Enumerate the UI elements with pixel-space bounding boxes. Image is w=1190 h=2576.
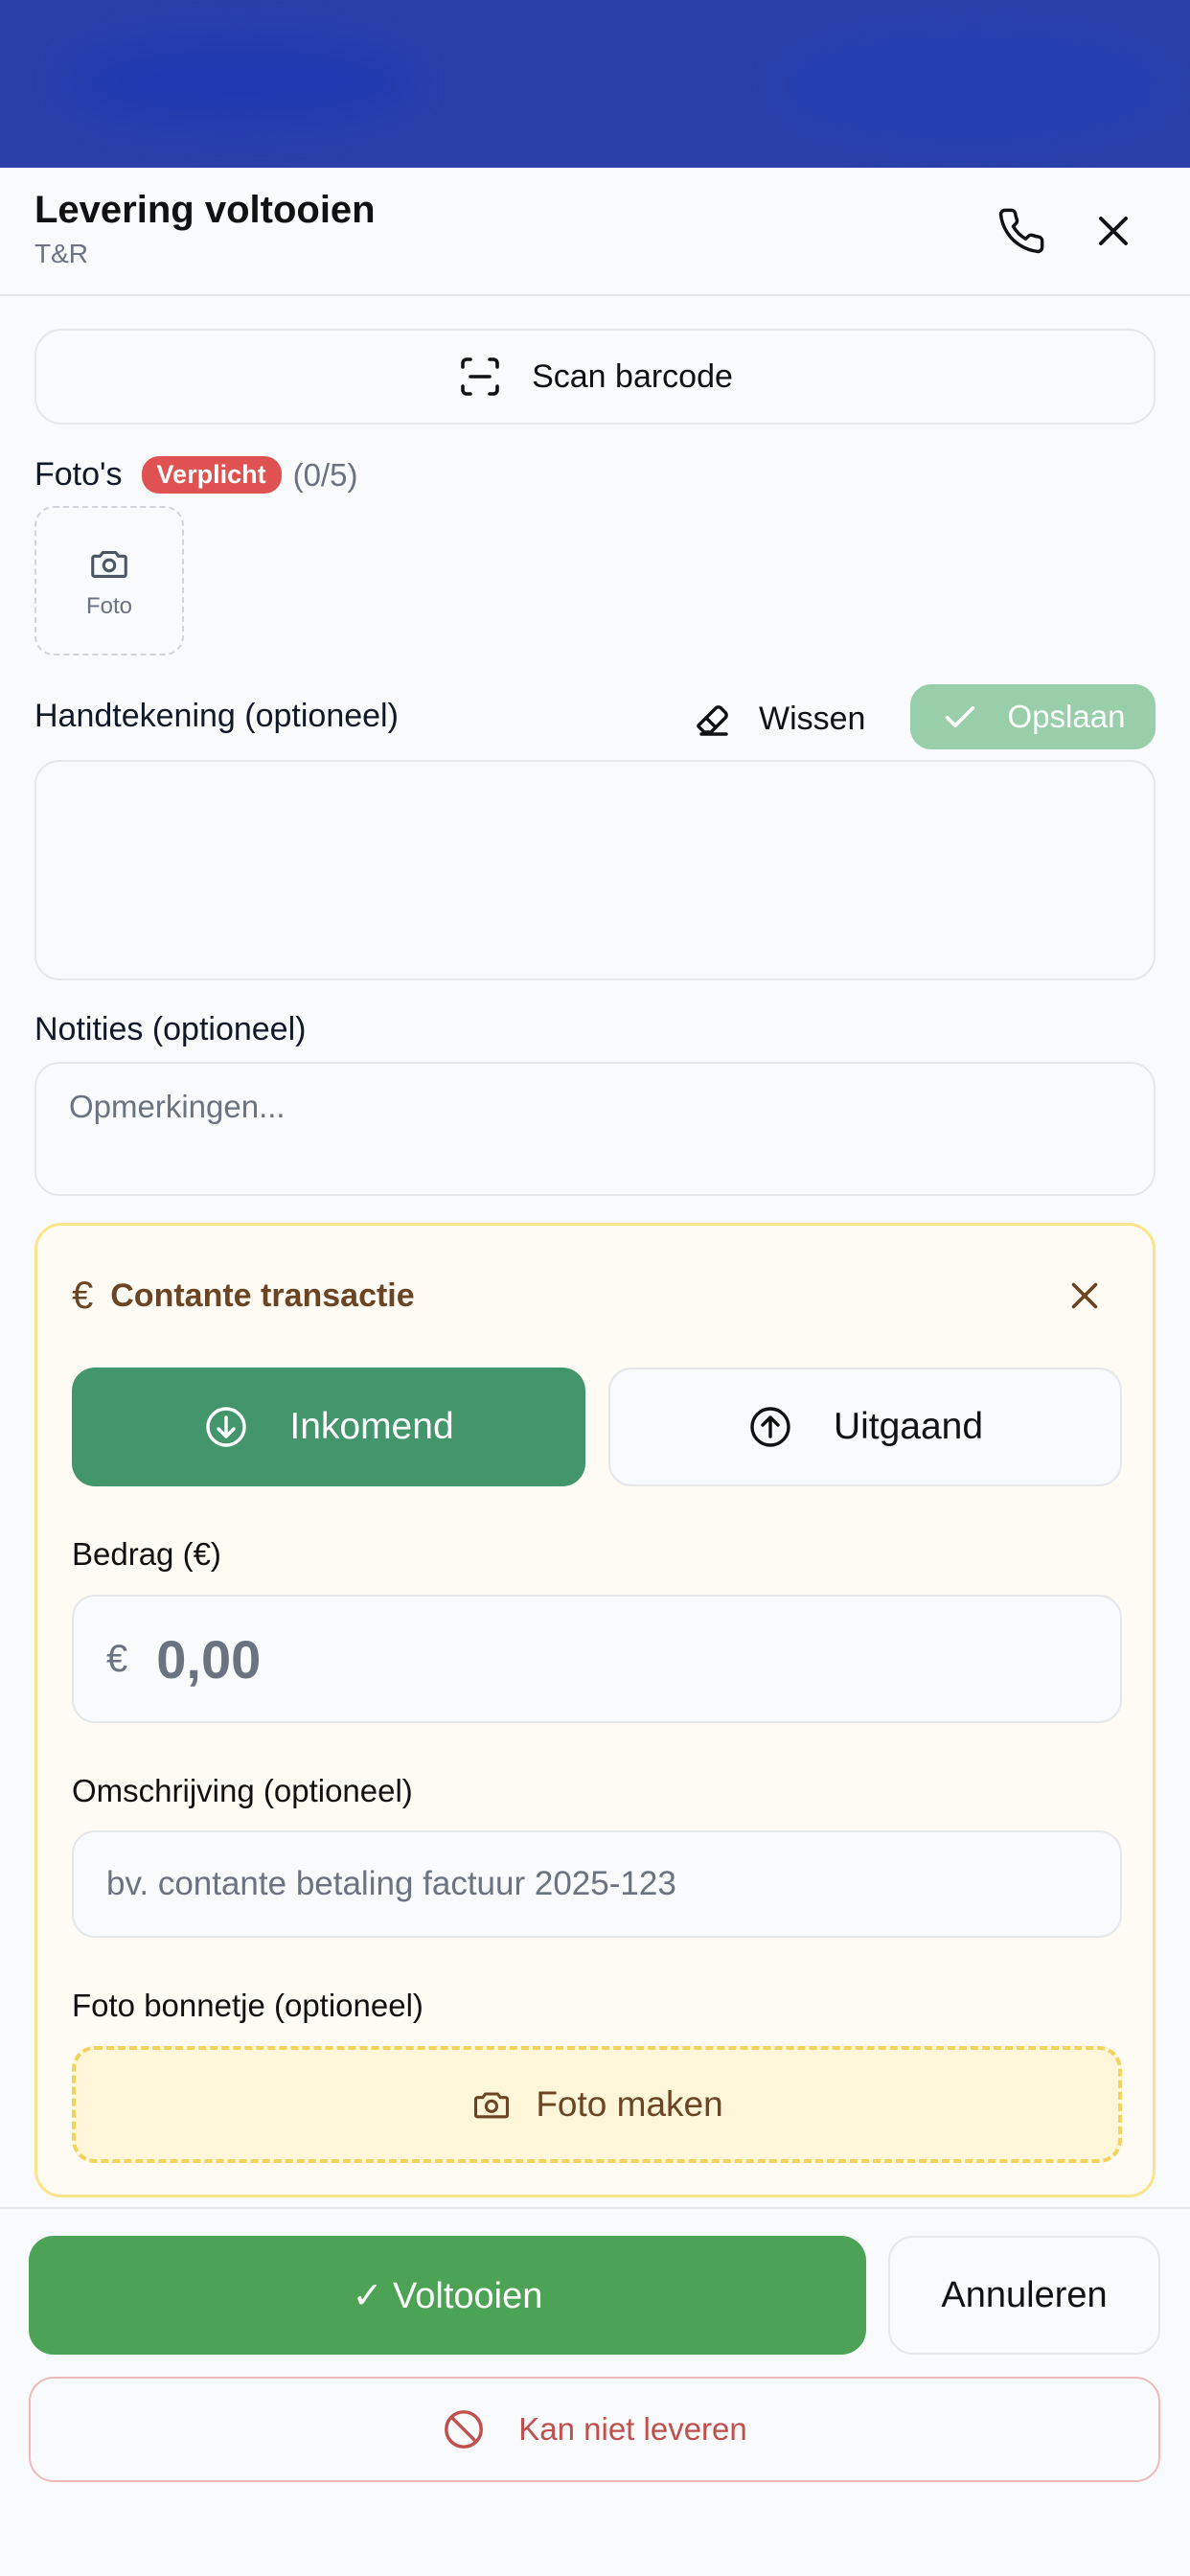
notes-placeholder: Opmerkingen... <box>69 1089 286 1124</box>
cash-transaction-header: € Contante transactie <box>72 1275 415 1318</box>
add-photo-label: Foto <box>85 593 133 619</box>
phone-icon[interactable] <box>996 206 1046 256</box>
photos-label: Foto's <box>34 456 123 493</box>
complete-button[interactable]: ✓ Voltooien <box>29 2236 866 2355</box>
barcode-scan-icon <box>461 357 499 396</box>
arrow-up-circle-icon <box>750 1407 790 1447</box>
status-bar <box>0 0 1190 168</box>
clear-signature-label: Wissen <box>759 700 866 737</box>
outgoing-button[interactable]: Uitgaand <box>608 1368 1122 1486</box>
footer-divider <box>0 2207 1190 2209</box>
customer-name: T&R <box>34 239 88 268</box>
camera-icon <box>474 2092 510 2119</box>
cash-transaction-card: € Contante transactie Inkomend Uitgaand … <box>34 1223 1156 2197</box>
take-receipt-photo-label: Foto maken <box>536 2084 723 2124</box>
cancel-button[interactable]: Annuleren <box>888 2236 1160 2355</box>
notes-input[interactable]: Opmerkingen... <box>34 1062 1156 1196</box>
euro-icon: € <box>72 1275 94 1317</box>
description-placeholder: bv. contante betaling factuur 2025-123 <box>106 1865 676 1902</box>
scan-barcode-label: Scan barcode <box>532 357 733 395</box>
cash-transaction-title: Contante transactie <box>110 1277 415 1314</box>
signature-pad[interactable] <box>34 760 1156 980</box>
amount-value: 0,00 <box>156 1628 262 1690</box>
signature-label: Handtekening (optioneel) <box>34 698 399 734</box>
photos-header: Foto's Verplicht (0/5) <box>34 456 357 494</box>
save-signature-label: Opslaan <box>1007 699 1126 734</box>
notes-label: Notities (optioneel) <box>34 1011 307 1047</box>
eraser-icon <box>697 705 728 736</box>
blurred-status-left <box>67 38 412 125</box>
save-signature-button[interactable]: Opslaan <box>910 684 1156 749</box>
cannot-deliver-label: Kan niet leveren <box>518 2411 747 2447</box>
description-label: Omschrijving (optioneel) <box>72 1773 413 1808</box>
outgoing-label: Uitgaand <box>833 1406 984 1447</box>
dialog-header: Levering voltooien T&R <box>0 168 1190 296</box>
scan-barcode-button[interactable]: Scan barcode <box>34 329 1156 425</box>
clear-signature-button[interactable]: Wissen <box>688 692 865 746</box>
incoming-button[interactable]: Inkomend <box>72 1368 585 1486</box>
close-cash-icon[interactable] <box>1063 1274 1107 1318</box>
page-title: Levering voltooien <box>34 189 376 231</box>
amount-label: Bedrag (€) <box>72 1536 221 1572</box>
check-icon <box>945 706 974 727</box>
receipt-label: Foto bonnetje (optioneel) <box>72 1988 423 2023</box>
take-receipt-photo-button[interactable]: Foto maken <box>72 2046 1122 2163</box>
camera-icon <box>91 550 127 578</box>
description-input[interactable]: bv. contante betaling factuur 2025-123 <box>72 1830 1122 1938</box>
amount-currency: € <box>106 1637 128 1680</box>
amount-input[interactable]: € 0,00 <box>72 1595 1122 1723</box>
cannot-deliver-button[interactable]: Kan niet leveren <box>29 2377 1160 2482</box>
arrow-down-circle-icon <box>206 1407 247 1447</box>
incoming-label: Inkomend <box>289 1406 454 1447</box>
blurred-status-right <box>786 38 1159 134</box>
photos-count: (0/5) <box>292 456 358 493</box>
ban-icon <box>445 2410 484 2449</box>
add-photo-button[interactable]: Foto <box>34 506 184 656</box>
close-icon[interactable] <box>1088 206 1138 256</box>
required-badge: Verplicht <box>141 456 282 494</box>
